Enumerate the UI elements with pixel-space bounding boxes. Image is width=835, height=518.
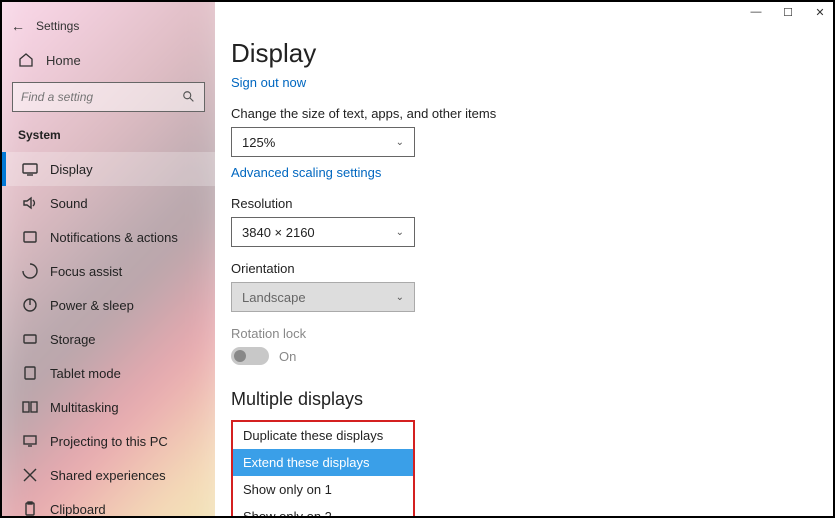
search-icon: [182, 90, 196, 104]
chevron-down-icon: ⌄: [396, 227, 404, 238]
chevron-down-icon: ⌄: [396, 292, 404, 303]
nav-label: Storage: [50, 332, 96, 347]
multitasking-icon: [22, 399, 38, 415]
nav-label: Notifications & actions: [50, 230, 178, 245]
sidebar: ← Settings Home System Display Sound: [2, 2, 215, 516]
home-icon: [18, 52, 34, 68]
close-button[interactable]: ✕: [813, 6, 827, 19]
dd-option-show2[interactable]: Show only on 2: [233, 503, 413, 516]
nav-shared-experiences[interactable]: Shared experiences: [2, 458, 215, 492]
minimize-button[interactable]: —: [749, 6, 763, 19]
nav-clipboard[interactable]: Clipboard: [2, 492, 215, 516]
resolution-label: Resolution: [231, 196, 817, 211]
rotation-label: Rotation lock: [231, 326, 817, 341]
nav-display[interactable]: Display: [2, 152, 215, 186]
display-icon: [22, 161, 38, 177]
orientation-value: Landscape: [242, 290, 306, 305]
storage-icon: [22, 331, 38, 347]
nav-label: Projecting to this PC: [50, 434, 168, 449]
nav-label: Power & sleep: [50, 298, 134, 313]
projecting-icon: [22, 433, 38, 449]
nav-label: Focus assist: [50, 264, 122, 279]
resolution-combo[interactable]: 3840 × 2160 ⌄: [231, 217, 415, 247]
home-label: Home: [46, 53, 81, 68]
nav-label: Multitasking: [50, 400, 119, 415]
nav-tablet-mode[interactable]: Tablet mode: [2, 356, 215, 390]
power-icon: [22, 297, 38, 313]
multiple-displays-dropdown[interactable]: Duplicate these displays Extend these di…: [231, 420, 415, 516]
nav-label: Display: [50, 162, 93, 177]
back-button[interactable]: ←: [10, 18, 26, 34]
chevron-down-icon: ⌄: [396, 137, 404, 148]
rotation-state: On: [279, 349, 296, 364]
nav-sound[interactable]: Sound: [2, 186, 215, 220]
scale-combo[interactable]: 125% ⌄: [231, 127, 415, 157]
focus-icon: [22, 263, 38, 279]
resolution-value: 3840 × 2160: [242, 225, 315, 240]
orientation-combo: Landscape ⌄: [231, 282, 415, 312]
home-link[interactable]: Home: [2, 42, 215, 78]
shared-icon: [22, 467, 38, 483]
advanced-scaling-link[interactable]: Advanced scaling settings: [231, 165, 381, 180]
search-input[interactable]: [12, 82, 205, 112]
scale-value: 125%: [242, 135, 275, 150]
orientation-label: Orientation: [231, 261, 817, 276]
page-title: Display: [231, 38, 817, 69]
section-system: System: [2, 122, 215, 152]
clipboard-icon: [22, 501, 38, 516]
nav-projecting[interactable]: Projecting to this PC: [2, 424, 215, 458]
dd-option-extend[interactable]: Extend these displays: [233, 449, 413, 476]
nav-notifications[interactable]: Notifications & actions: [2, 220, 215, 254]
nav-power-sleep[interactable]: Power & sleep: [2, 288, 215, 322]
window-title: Settings: [36, 19, 79, 33]
multiple-displays-heading: Multiple displays: [231, 389, 817, 410]
search-field[interactable]: [21, 90, 182, 104]
tablet-icon: [22, 365, 38, 381]
notifications-icon: [22, 229, 38, 245]
scale-label: Change the size of text, apps, and other…: [231, 106, 817, 121]
nav-storage[interactable]: Storage: [2, 322, 215, 356]
maximize-button[interactable]: ☐: [781, 6, 795, 19]
nav-focus-assist[interactable]: Focus assist: [2, 254, 215, 288]
sound-icon: [22, 195, 38, 211]
dd-option-show1[interactable]: Show only on 1: [233, 476, 413, 503]
nav-label: Sound: [50, 196, 88, 211]
sign-out-link[interactable]: Sign out now: [231, 75, 306, 90]
nav-multitasking[interactable]: Multitasking: [2, 390, 215, 424]
nav-label: Clipboard: [50, 502, 106, 517]
rotation-toggle: [231, 347, 269, 365]
nav-label: Tablet mode: [50, 366, 121, 381]
main-content: — ☐ ✕ Display Sign out now Change the si…: [215, 2, 833, 516]
nav-label: Shared experiences: [50, 468, 166, 483]
dd-option-duplicate[interactable]: Duplicate these displays: [233, 422, 413, 449]
